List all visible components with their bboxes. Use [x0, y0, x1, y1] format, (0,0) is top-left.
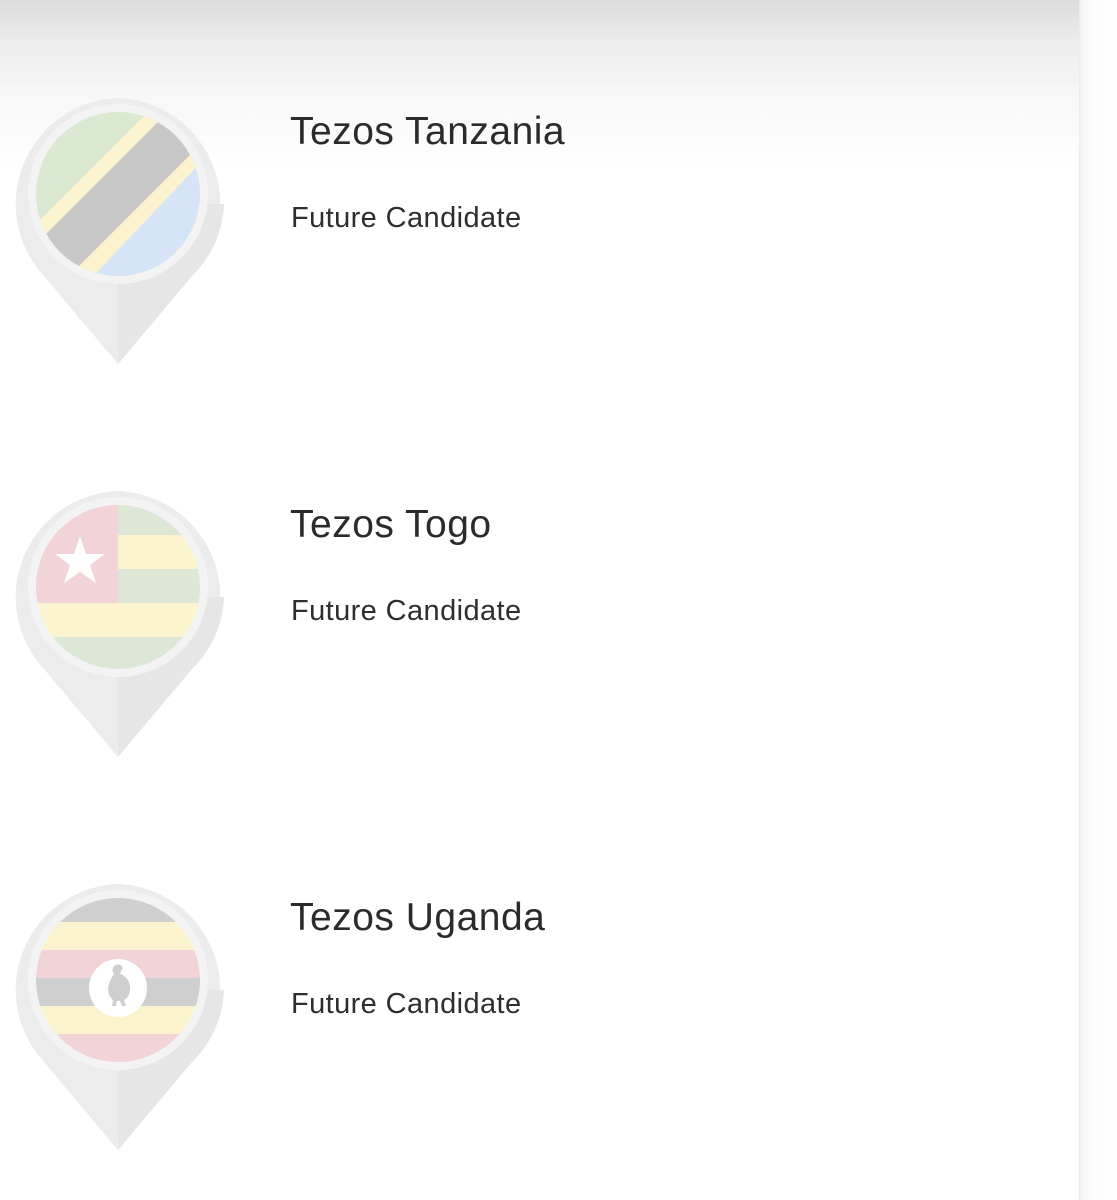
candidate-name[interactable]: Tezos Tanzania — [290, 110, 565, 154]
togo-flag-icon — [12, 491, 224, 761]
candidate-name[interactable]: Tezos Togo — [290, 503, 492, 547]
list-item-togo[interactable]: Tezos Togo Future Candidate — [0, 491, 1080, 771]
uganda-flag-icon — [12, 884, 224, 1154]
list-item-uganda[interactable]: Tezos Uganda Future Candidate — [0, 884, 1080, 1164]
candidate-list-page: Tezos Tanzania Future Candidate Tezos To… — [0, 0, 1117, 1200]
scrollbar-track[interactable] — [1079, 0, 1117, 1200]
candidate-status: Future Candidate — [291, 202, 522, 234]
candidate-status: Future Candidate — [291, 595, 522, 627]
list-item-tanzania[interactable]: Tezos Tanzania Future Candidate — [0, 98, 1080, 378]
tanzania-flag-icon — [12, 98, 224, 368]
candidate-name[interactable]: Tezos Uganda — [290, 896, 545, 940]
candidate-status: Future Candidate — [291, 988, 522, 1020]
